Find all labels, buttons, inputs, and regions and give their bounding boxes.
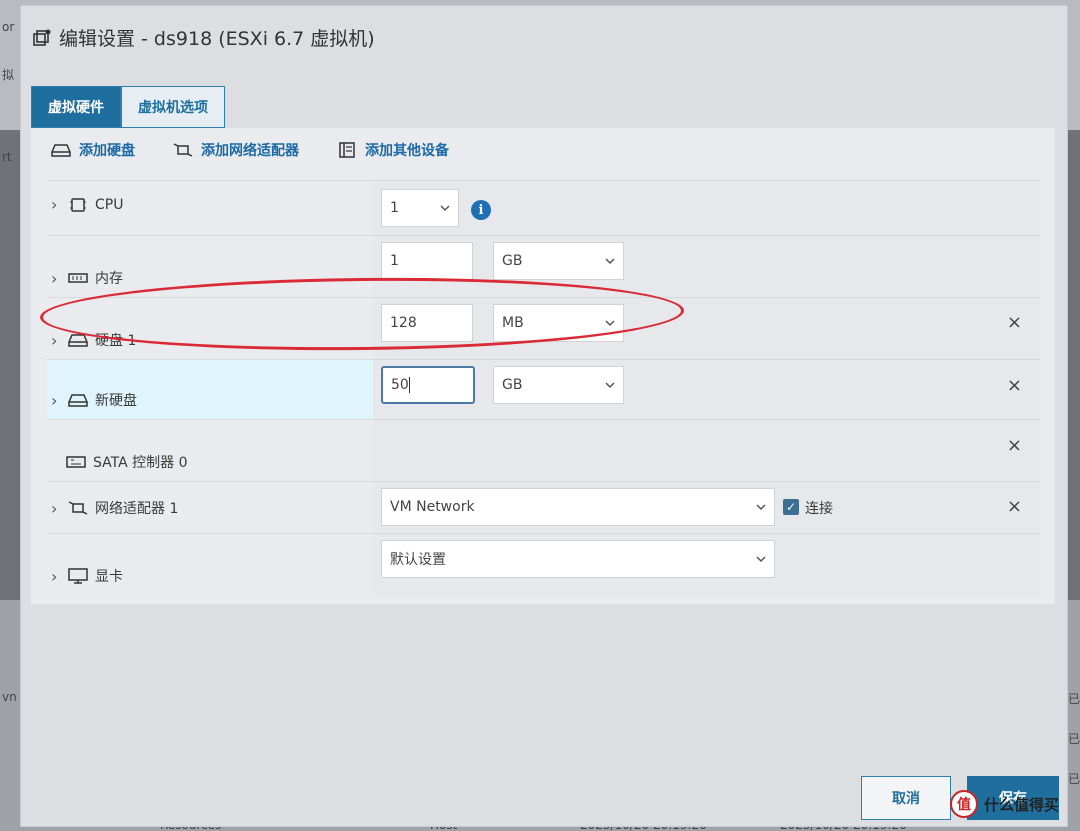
- add-disk-button[interactable]: 添加硬盘: [51, 140, 135, 160]
- memory-row: › 内存 1 GB: [47, 235, 1040, 297]
- network-adapter-label[interactable]: › 网络适配器 1: [51, 498, 178, 518]
- cpu-count-select[interactable]: 1: [381, 189, 459, 227]
- disk-1-size-input[interactable]: 128: [381, 304, 473, 342]
- new-disk-unit-select[interactable]: GB: [493, 366, 624, 404]
- chevron-right-icon: ›: [51, 268, 58, 288]
- video-settings-select[interactable]: 默认设置: [381, 540, 775, 578]
- network-adapter-icon: [68, 501, 88, 515]
- watermark-logo: 值: [950, 790, 978, 818]
- chevron-right-icon: ›: [51, 566, 58, 586]
- tab-vm-options[interactable]: 虚拟机选项: [121, 86, 225, 128]
- new-disk-row: › 新硬盘 50 GB ×: [47, 359, 1040, 419]
- monitor-icon: [68, 568, 88, 584]
- watermark: 值 什么值得买: [950, 790, 1059, 818]
- vm-settings-icon: [33, 29, 51, 46]
- chevron-right-icon: ›: [51, 390, 58, 410]
- remove-disk-1-button[interactable]: ×: [1007, 312, 1022, 333]
- background-text: or: [2, 20, 15, 34]
- background-text: vn: [2, 690, 17, 704]
- add-network-adapter-label: 添加网络适配器: [201, 143, 299, 159]
- video-card-row: › 显卡 默认设置: [47, 533, 1040, 595]
- chevron-right-icon: ›: [51, 195, 58, 214]
- network-select[interactable]: VM Network: [381, 488, 775, 526]
- background-text: 拟: [2, 68, 15, 82]
- disk-1-unit-select[interactable]: MB: [493, 304, 624, 342]
- connect-label: 连接: [805, 501, 833, 517]
- new-disk-label[interactable]: › 新硬盘: [51, 390, 137, 410]
- chevron-right-icon: ›: [51, 330, 58, 350]
- cpu-row: › CPU 1 i: [47, 180, 1040, 235]
- dialog-title-text: 编辑设置 - ds918 (ESXi 6.7 虚拟机): [59, 28, 375, 50]
- tab-virtual-hardware[interactable]: 虚拟硬件: [31, 86, 121, 128]
- remove-new-disk-button[interactable]: ×: [1007, 375, 1022, 396]
- add-disk-label: 添加硬盘: [79, 143, 135, 159]
- sata-controller-row: SATA 控制器 0 ×: [47, 419, 1040, 481]
- memory-icon: [68, 273, 88, 283]
- memory-unit-select[interactable]: GB: [493, 242, 624, 280]
- network-adapter-row: › 网络适配器 1 VM Network ✓ 连接 ×: [47, 481, 1040, 533]
- add-other-device-button[interactable]: 添加其他设备: [337, 140, 449, 160]
- tab-bar: 虚拟硬件 虚拟机选项: [31, 86, 225, 128]
- chevron-right-icon: ›: [51, 498, 58, 518]
- info-icon[interactable]: i: [471, 200, 491, 220]
- chevron-down-icon: [756, 556, 766, 563]
- sata-controller-icon: [66, 456, 86, 468]
- edit-settings-dialog: 编辑设置 - ds918 (ESXi 6.7 虚拟机) 虚拟硬件 虚拟机选项 添…: [20, 5, 1068, 827]
- memory-size-input[interactable]: 1: [381, 242, 473, 280]
- new-disk-size-input[interactable]: 50: [381, 366, 475, 404]
- hardware-toolbar: 添加硬盘 添加网络适配器 添加其他设备: [51, 140, 449, 160]
- hardware-panel: 添加硬盘 添加网络适配器 添加其他设备 › CPU 1 i › 内存 1 GB …: [31, 128, 1055, 604]
- memory-row-label[interactable]: › 内存: [51, 268, 123, 288]
- chevron-down-icon: [605, 382, 615, 389]
- chevron-down-icon: [605, 320, 615, 327]
- add-network-adapter-button[interactable]: 添加网络适配器: [173, 140, 299, 160]
- background-text: 已: [1068, 772, 1080, 786]
- background-text: 已: [1068, 692, 1080, 706]
- video-card-label[interactable]: › 显卡: [51, 566, 123, 586]
- remove-network-adapter-button[interactable]: ×: [1007, 496, 1022, 517]
- sata-controller-label[interactable]: SATA 控制器 0: [65, 452, 188, 472]
- background-text: rt: [2, 150, 12, 164]
- chevron-down-icon: [756, 504, 766, 511]
- watermark-text: 什么值得买: [984, 795, 1060, 814]
- chevron-down-icon: [605, 258, 615, 265]
- hard-disk-1-row: › 硬盘 1 128 MB ×: [47, 297, 1040, 359]
- dialog-title: 编辑设置 - ds918 (ESXi 6.7 虚拟机): [33, 24, 375, 51]
- cancel-button[interactable]: 取消: [861, 776, 951, 820]
- background-text: 已: [1068, 732, 1080, 746]
- add-other-device-label: 添加其他设备: [365, 143, 449, 159]
- cpu-row-label[interactable]: › CPU: [51, 195, 123, 214]
- disk-icon: [51, 144, 71, 157]
- cpu-icon: [70, 197, 86, 212]
- disk-icon: [68, 334, 88, 347]
- network-adapter-icon: [173, 143, 193, 157]
- connect-checkbox[interactable]: ✓: [783, 499, 799, 515]
- chevron-down-icon: [440, 205, 450, 212]
- hard-disk-1-label[interactable]: › 硬盘 1: [51, 330, 136, 350]
- disk-icon: [68, 394, 88, 407]
- remove-sata-controller-button[interactable]: ×: [1007, 435, 1022, 456]
- text-cursor: [408, 377, 410, 393]
- other-device-icon: [339, 142, 355, 158]
